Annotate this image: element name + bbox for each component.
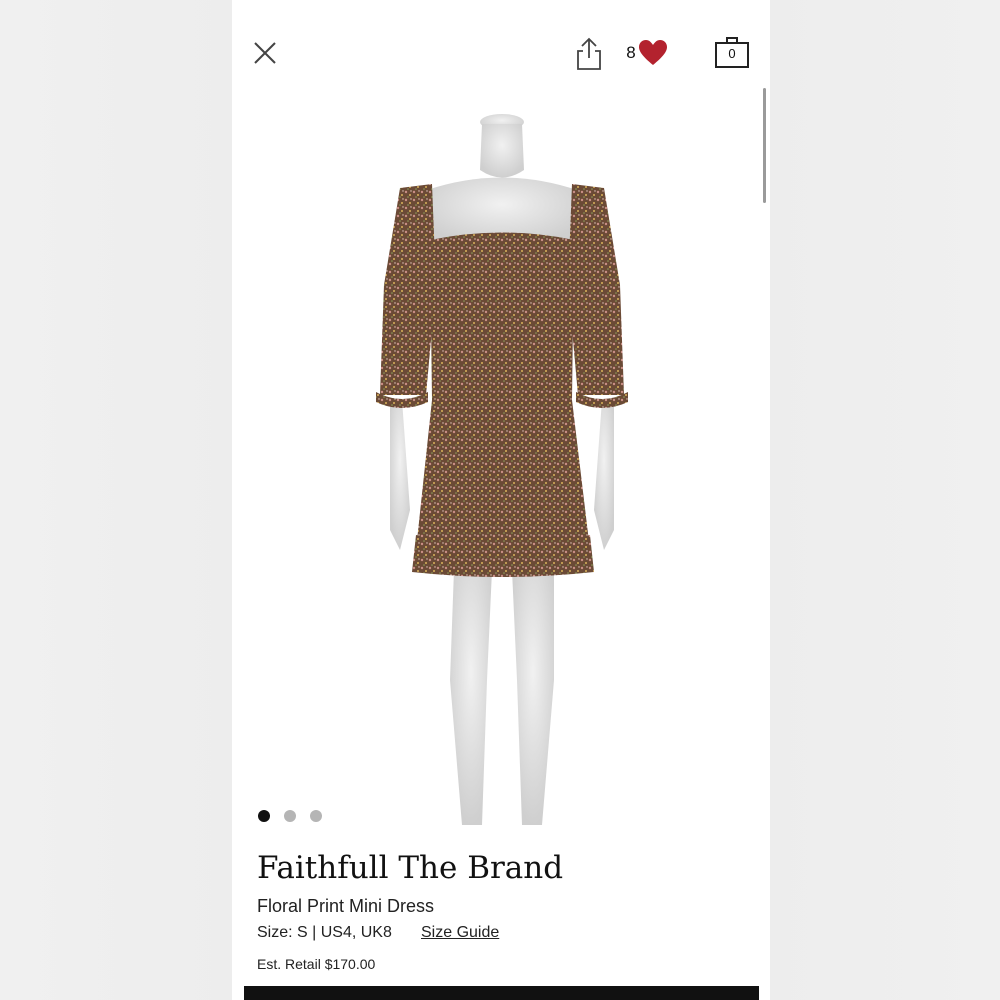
shopping-bag-button[interactable]: 0 <box>714 34 750 70</box>
close-button[interactable] <box>250 38 280 68</box>
share-button[interactable] <box>572 34 606 74</box>
pagination-dot[interactable] <box>284 810 296 822</box>
dress-on-mannequin-image <box>376 114 628 825</box>
pagination-dot[interactable] <box>310 810 322 822</box>
close-icon <box>254 42 276 64</box>
share-icon <box>577 37 601 70</box>
add-to-bag-bar[interactable] <box>244 986 759 1000</box>
product-screen: 8 0 Faithfull The Brand Floral Print Min… <box>232 0 770 1000</box>
favorite-button[interactable]: 8 <box>624 36 670 70</box>
product-name: Floral Print Mini Dress <box>257 896 435 916</box>
brand-name[interactable]: Faithfull The Brand <box>257 850 563 886</box>
background-right <box>770 0 1000 1000</box>
image-pagination <box>258 810 322 822</box>
favorites-count: 8 <box>626 43 636 62</box>
est-retail-price: Est. Retail $170.00 <box>257 956 376 972</box>
size-info: Size: S | US4, UK8 <box>257 924 392 941</box>
background-left <box>0 0 232 1000</box>
bag-count: 0 <box>728 46 736 61</box>
pagination-dot[interactable] <box>258 810 270 822</box>
product-image[interactable] <box>332 110 672 830</box>
heart-icon <box>638 40 667 65</box>
top-bar: 8 0 <box>232 0 770 100</box>
scrollbar[interactable] <box>763 88 766 203</box>
size-guide-link[interactable]: Size Guide <box>421 924 499 942</box>
